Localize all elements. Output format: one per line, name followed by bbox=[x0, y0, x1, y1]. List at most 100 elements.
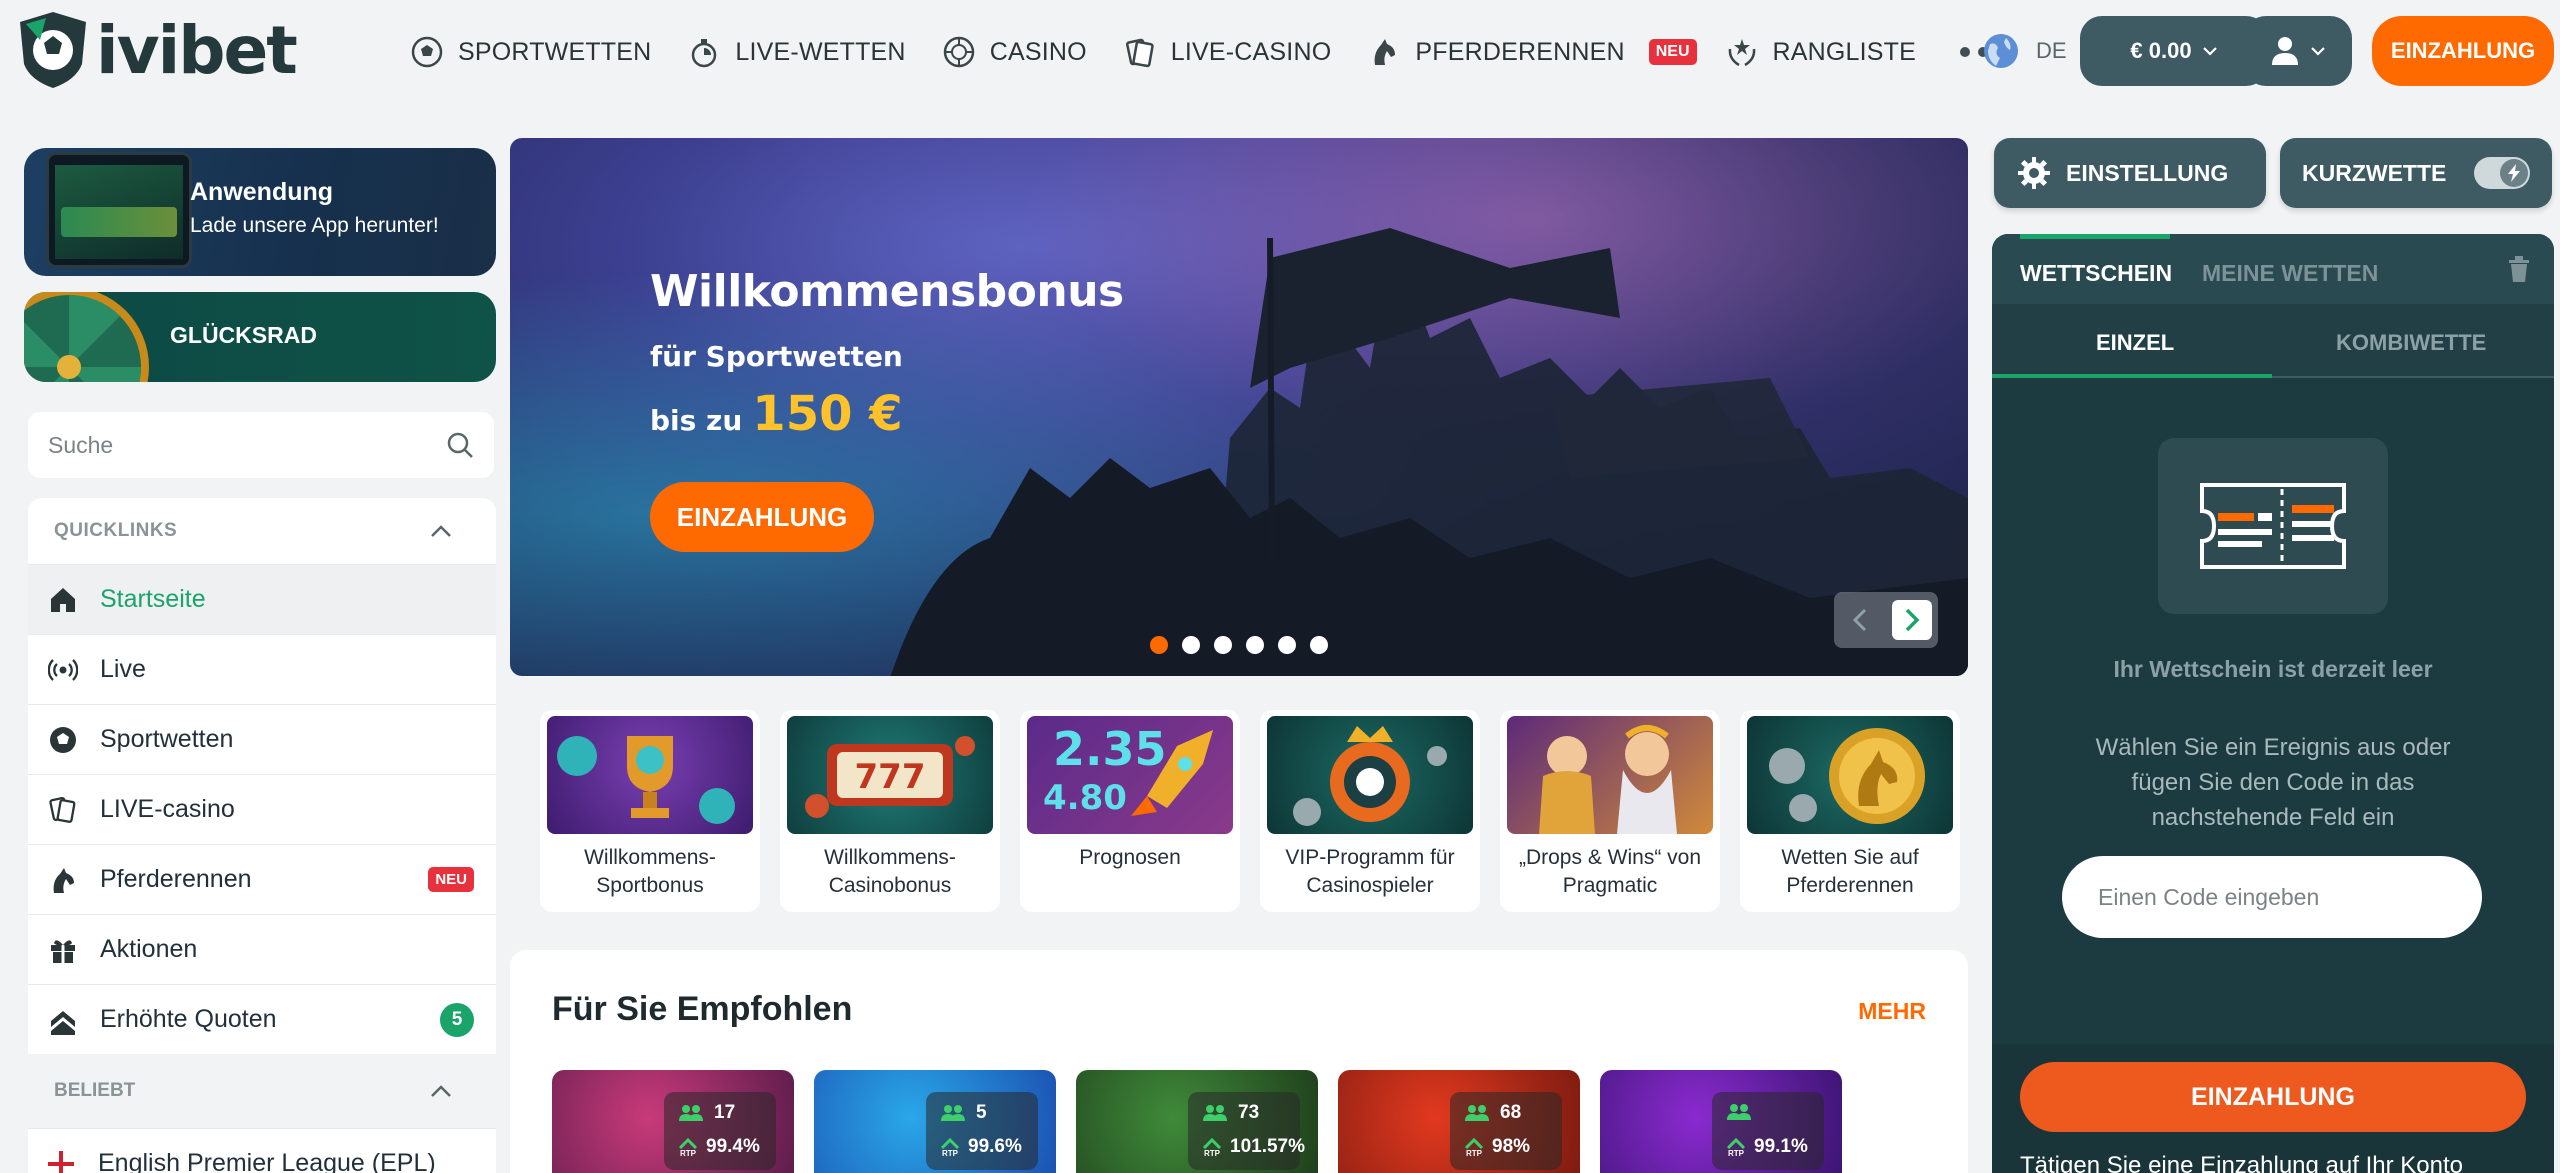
roulette-icon bbox=[943, 36, 974, 68]
rtp-label: RTP bbox=[1466, 1148, 1482, 1158]
trash-icon[interactable] bbox=[2506, 254, 2532, 284]
quicklinks-header[interactable]: QUICKLINKS bbox=[28, 498, 496, 564]
tab-meine-wetten[interactable]: MEINE WETTEN bbox=[2202, 260, 2378, 287]
sidebar-item-live-casino[interactable]: LIVE-casino bbox=[28, 774, 496, 844]
nav-live-wetten[interactable]: LIVE-WETTEN bbox=[687, 35, 906, 69]
hero-subtitle: für Sportwetten bbox=[650, 340, 903, 373]
toggle-switch[interactable] bbox=[2474, 157, 2530, 189]
players-icon bbox=[1203, 1105, 1227, 1121]
next-arrow-icon[interactable] bbox=[1892, 600, 1932, 640]
fortune-wheel-card[interactable]: GLÜCKSRAD bbox=[24, 292, 496, 382]
cards-icon bbox=[1125, 38, 1154, 68]
prev-arrow-icon[interactable] bbox=[1840, 600, 1880, 640]
deposit-button[interactable]: EINZAHLUNG bbox=[2372, 16, 2554, 86]
game-card[interactable]: 68 RTP 98% bbox=[1338, 1070, 1580, 1173]
carousel-dot[interactable] bbox=[1310, 636, 1328, 654]
game-list: 17 RTP 99.4% 5 RTP 99.6% 73 RTP 101.57% 68 RTP 98% R… bbox=[552, 1070, 1842, 1173]
ticket-icon bbox=[2200, 483, 2346, 569]
chevron-down-icon bbox=[2311, 47, 2325, 56]
nav-pferderennen[interactable]: PFERDERENNEN bbox=[1367, 35, 1625, 69]
empty-betslip-title: Ihr Wettschein ist derzeit leer bbox=[2113, 656, 2433, 682]
game-players: 68 bbox=[1500, 1102, 1522, 1123]
popular-header[interactable]: BELIEBT bbox=[28, 1054, 496, 1128]
code-input[interactable] bbox=[2062, 856, 2482, 938]
sidebar-item-startseite[interactable]: Startseite bbox=[28, 564, 496, 634]
hero-banner[interactable]: Willkommensbonus für Sportwetten bis zu … bbox=[510, 138, 1968, 676]
empty-ticket-illustration bbox=[2158, 438, 2388, 614]
sidebar-item-epl[interactable]: English Premier League (EPL) bbox=[28, 1128, 496, 1173]
globe-icon bbox=[1984, 34, 2018, 68]
nav-label: LIVE-WETTEN bbox=[735, 37, 906, 66]
promo-tile-horse[interactable]: Wetten Sie auf Pferderennen bbox=[1740, 710, 1960, 912]
tab-wettschein[interactable]: WETTSCHEIN bbox=[2020, 260, 2172, 287]
carousel-dot[interactable] bbox=[1182, 636, 1200, 654]
game-rtp: 98% bbox=[1492, 1136, 1531, 1157]
sidebar-item-pferderennen[interactable]: Pferderennen NEU bbox=[28, 844, 496, 914]
promo-tile-prognosen[interactable]: 2.35 4.80 Prognosen bbox=[1020, 710, 1240, 912]
carousel-dots bbox=[1150, 636, 1328, 654]
logo-text: ivibet bbox=[96, 11, 298, 89]
zeus-image bbox=[1507, 716, 1713, 834]
sidebar-item-label: Startseite bbox=[100, 585, 206, 613]
betslip-tabs: WETTSCHEIN MEINE WETTEN bbox=[1992, 234, 2554, 304]
app-download-card[interactable]: Anwendung Lade unsere App herunter! bbox=[24, 148, 496, 276]
balance-button[interactable]: € 0.00 bbox=[2080, 16, 2268, 86]
carousel-dot[interactable] bbox=[1214, 636, 1232, 654]
tab-einzel[interactable]: EINZEL bbox=[2096, 330, 2174, 356]
hero-deposit-button[interactable]: EINZAHLUNG bbox=[650, 482, 874, 552]
nav-label: SPORTWETTEN bbox=[458, 37, 652, 66]
promo-tile-casinobonus[interactable]: 777 Willkommens-Casinobonus bbox=[780, 710, 1000, 912]
game-card[interactable]: RTP 99.1% bbox=[1600, 1070, 1842, 1173]
trophy-image bbox=[547, 716, 753, 834]
search-icon[interactable] bbox=[446, 431, 474, 459]
vip-crown-image bbox=[1267, 716, 1473, 834]
nav-live-casino[interactable]: LIVE-CASINO bbox=[1123, 35, 1332, 69]
settings-button[interactable]: EINSTELLUNG bbox=[1994, 138, 2266, 208]
nav-casino[interactable]: CASINO bbox=[942, 35, 1087, 69]
betslip-deposit-button[interactable]: EINZAHLUNG bbox=[2020, 1062, 2526, 1132]
nav-rangliste[interactable]: RANGLISTE bbox=[1725, 35, 1917, 69]
quicklinks-panel: QUICKLINKS Startseite Live Sportwetten L… bbox=[28, 498, 496, 1173]
tab-kombiwette[interactable]: KOMBIWETTE bbox=[2336, 330, 2486, 356]
sidebar-item-erhoehte-quoten[interactable]: Erhöhte Quoten 5 bbox=[28, 984, 496, 1054]
promo-label: VIP-Programm für Casinospieler bbox=[1285, 846, 1455, 897]
game-rtp: 99.6% bbox=[968, 1136, 1022, 1157]
logo[interactable]: ivibet bbox=[16, 10, 298, 90]
betslip-footer: EINZAHLUNG Tätigen Sie eine Einzahlung a… bbox=[1992, 1044, 2554, 1173]
user-menu-button[interactable] bbox=[2244, 16, 2352, 86]
promo-tile-drops-wins[interactable]: „Drops & Wins“ von Pragmatic bbox=[1500, 710, 1720, 912]
sidebar-item-label: LIVE-casino bbox=[100, 795, 235, 823]
carousel-dot[interactable] bbox=[1278, 636, 1296, 654]
sidebar-item-aktionen[interactable]: Aktionen bbox=[28, 914, 496, 984]
nav-label: RANGLISTE bbox=[1772, 37, 1916, 66]
fortune-wheel-icon bbox=[24, 292, 149, 382]
promo-label: Willkommens-Casinobonus bbox=[824, 846, 956, 897]
fortune-wheel-title: GLÜCKSRAD bbox=[170, 322, 317, 348]
carousel-dot[interactable] bbox=[1246, 636, 1264, 654]
game-card[interactable]: 17 RTP 99.4% bbox=[552, 1070, 794, 1173]
search-input[interactable] bbox=[48, 431, 428, 459]
rtp-label: RTP bbox=[1728, 1148, 1744, 1158]
language-selector[interactable]: DE bbox=[1982, 32, 2067, 70]
sidebar-item-label: English Premier League (EPL) bbox=[98, 1149, 436, 1173]
game-card[interactable]: 73 RTP 101.57% bbox=[1076, 1070, 1318, 1173]
carousel-dot[interactable] bbox=[1150, 636, 1168, 654]
quickbet-toggle[interactable]: KURZWETTE bbox=[2280, 138, 2552, 208]
promo-label: Willkommens-Sportbonus bbox=[584, 846, 716, 897]
balance-amount: € 0.00 bbox=[2130, 38, 2192, 63]
svg-text:777: 777 bbox=[855, 757, 926, 797]
promo-tiles: Willkommens-Sportbonus 777 Willkommens-C… bbox=[540, 710, 1960, 912]
sidebar-item-sportwetten[interactable]: Sportwetten bbox=[28, 704, 496, 774]
sidebar-item-label: Sportwetten bbox=[100, 725, 234, 753]
sidebar-item-live[interactable]: Live bbox=[28, 634, 496, 704]
game-card[interactable]: 5 RTP 99.6% bbox=[814, 1070, 1056, 1173]
promo-tile-vip[interactable]: VIP-Programm für Casinospieler bbox=[1260, 710, 1480, 912]
more-link[interactable]: MEHR bbox=[1858, 998, 1926, 1025]
nav-sportwetten[interactable]: SPORTWETTEN bbox=[410, 35, 651, 69]
hero-bonus-amount: 150 € bbox=[752, 386, 903, 442]
recommended-title: Für Sie Empfohlen bbox=[552, 990, 853, 1028]
settings-label: EINSTELLUNG bbox=[2066, 159, 2229, 186]
phone-image bbox=[46, 152, 192, 268]
promo-tile-sportbonus[interactable]: Willkommens-Sportbonus bbox=[540, 710, 760, 912]
players-icon bbox=[941, 1105, 965, 1121]
